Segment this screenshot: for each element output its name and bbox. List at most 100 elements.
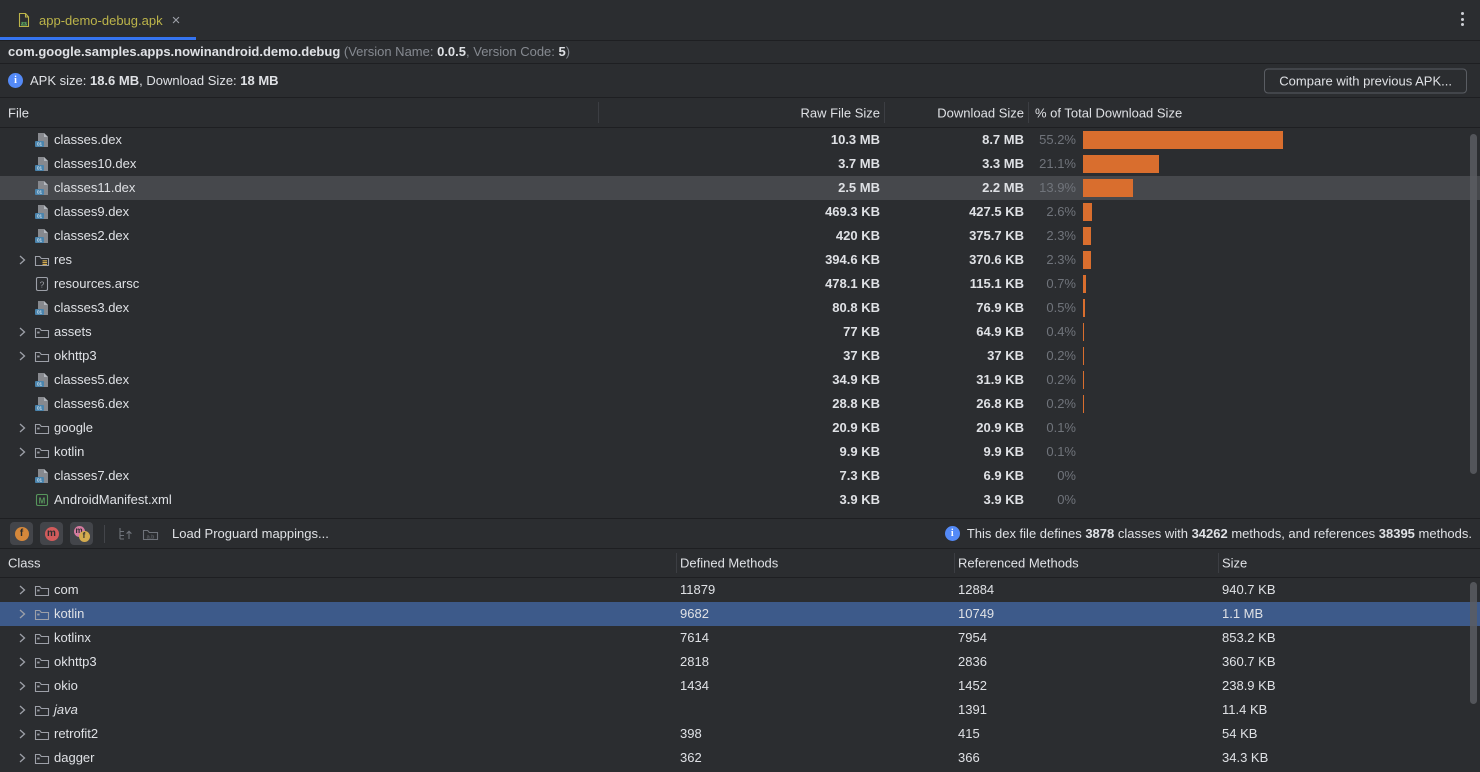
version-name: 0.0.5 bbox=[437, 44, 466, 59]
chevron-right-icon[interactable] bbox=[14, 726, 30, 742]
class-row[interactable]: okhttp328182836360.7 KB bbox=[0, 650, 1480, 674]
dex-toolbar: f m m f a.b Load Proguard mappings... i … bbox=[0, 518, 1480, 549]
folder-icon bbox=[34, 324, 50, 340]
show-referenced-toggle[interactable]: m f bbox=[70, 522, 93, 545]
class-row[interactable]: okio14341452238.9 KB bbox=[0, 674, 1480, 698]
file-row[interactable]: google20.9 KB20.9 KB0.1% bbox=[0, 416, 1480, 440]
class-name: okhttp3 bbox=[54, 650, 97, 674]
tab-close-icon[interactable]: × bbox=[170, 13, 183, 28]
show-fields-toggle[interactable]: f bbox=[10, 522, 33, 545]
svg-text:a.b: a.b bbox=[146, 534, 154, 540]
chevron-right-icon[interactable] bbox=[14, 444, 30, 460]
svg-text:?: ? bbox=[40, 279, 45, 289]
referenced-methods: 366 bbox=[958, 746, 1158, 770]
download-percent: 0.5% bbox=[1030, 296, 1076, 320]
file-row[interactable]: 01classes11.dex2.5 MB2.2 MB13.9% bbox=[0, 176, 1480, 200]
package-name: com.google.samples.apps.nowinandroid.dem… bbox=[8, 44, 340, 59]
file-row[interactable]: MAndroidManifest.xml3.9 KB3.9 KB0% bbox=[0, 488, 1480, 512]
column-resize-handle[interactable] bbox=[598, 102, 599, 123]
class-row[interactable]: kotlinx76147954853.2 KB bbox=[0, 626, 1480, 650]
download-percent-bar bbox=[1083, 395, 1084, 413]
svg-text:01: 01 bbox=[37, 238, 43, 244]
options-menu-icon[interactable] bbox=[1461, 12, 1464, 26]
package-header: com.google.samples.apps.nowinandroid.dem… bbox=[0, 41, 1480, 64]
file-row[interactable]: 01classes6.dex28.8 KB26.8 KB0.2% bbox=[0, 392, 1480, 416]
download-percent-bar bbox=[1083, 179, 1133, 197]
svg-text:01: 01 bbox=[37, 406, 43, 412]
download-percent: 0.1% bbox=[1030, 440, 1076, 464]
chevron-right-icon[interactable] bbox=[14, 654, 30, 670]
file-row[interactable]: kotlin9.9 KB9.9 KB0.1% bbox=[0, 440, 1480, 464]
chevron-right-icon[interactable] bbox=[14, 750, 30, 766]
package-folder-icon bbox=[34, 750, 50, 766]
download-percent: 13.9% bbox=[1030, 176, 1076, 200]
column-header-file: File bbox=[8, 105, 29, 120]
column-resize-handle[interactable] bbox=[1218, 553, 1219, 573]
file-row[interactable]: okhttp337 KB37 KB0.2% bbox=[0, 344, 1480, 368]
class-row[interactable]: kotlin9682107491.1 MB bbox=[0, 602, 1480, 626]
file-table-scrollbar[interactable] bbox=[1470, 134, 1477, 474]
file-row[interactable]: 01classes10.dex3.7 MB3.3 MB21.1% bbox=[0, 152, 1480, 176]
chevron-right-icon[interactable] bbox=[14, 420, 30, 436]
raw-file-size: 77 KB bbox=[700, 320, 880, 344]
file-row[interactable]: ?resources.arsc478.1 KB115.1 KB0.7% bbox=[0, 272, 1480, 296]
svg-text:01: 01 bbox=[37, 382, 43, 388]
load-proguard-mappings-action[interactable]: Load Proguard mappings... bbox=[172, 526, 329, 541]
file-row[interactable]: 01classes9.dex469.3 KB427.5 KB2.6% bbox=[0, 200, 1480, 224]
raw-file-size: 3.7 MB bbox=[700, 152, 880, 176]
download-percent: 2.3% bbox=[1030, 224, 1076, 248]
file-name: classes7.dex bbox=[54, 464, 129, 488]
column-resize-handle[interactable] bbox=[1028, 102, 1029, 123]
file-row[interactable]: 01classes2.dex420 KB375.7 KB2.3% bbox=[0, 224, 1480, 248]
column-resize-handle[interactable] bbox=[676, 553, 677, 573]
column-header-size: Size bbox=[1222, 556, 1422, 571]
file-name: okhttp3 bbox=[54, 344, 97, 368]
chevron-right-icon[interactable] bbox=[14, 582, 30, 598]
raw-file-size: 37 KB bbox=[700, 344, 880, 368]
class-row[interactable]: java139111.4 KB bbox=[0, 698, 1480, 722]
column-resize-handle[interactable] bbox=[954, 553, 955, 573]
column-header-defined-methods: Defined Methods bbox=[680, 556, 880, 571]
svg-text:01: 01 bbox=[37, 190, 43, 196]
raw-file-size: 394.6 KB bbox=[700, 248, 880, 272]
package-folder-icon bbox=[34, 726, 50, 742]
package-folder-icon bbox=[34, 654, 50, 670]
compare-with-previous-apk-button[interactable]: Compare with previous APK... bbox=[1264, 68, 1467, 93]
column-header-download-size: Download Size bbox=[882, 105, 1024, 120]
chevron-right-icon[interactable] bbox=[14, 630, 30, 646]
show-methods-toggle[interactable]: m bbox=[40, 522, 63, 545]
svg-text:01: 01 bbox=[37, 214, 43, 220]
file-name: classes10.dex bbox=[54, 152, 136, 176]
class-row[interactable]: com1187912884940.7 KB bbox=[0, 578, 1480, 602]
svg-text:M: M bbox=[39, 496, 46, 505]
class-row[interactable]: retrofit239841554 KB bbox=[0, 722, 1480, 746]
class-size: 54 KB bbox=[1222, 722, 1422, 746]
tab-apk-file[interactable]: app-demo-debug.apk × bbox=[0, 0, 196, 40]
chevron-right-icon[interactable] bbox=[14, 702, 30, 718]
download-percent-bar bbox=[1083, 299, 1085, 317]
class-table-scrollbar[interactable] bbox=[1470, 582, 1477, 704]
chevron-right-icon[interactable] bbox=[14, 348, 30, 364]
proguard-mappings-folder-icon[interactable]: a.b bbox=[141, 525, 159, 543]
dex-icon: 01 bbox=[34, 300, 50, 316]
download-percent-bar bbox=[1083, 323, 1084, 341]
file-row[interactable]: 01classes.dex10.3 MB8.7 MB55.2% bbox=[0, 128, 1480, 152]
raw-file-size: 7.3 KB bbox=[700, 464, 880, 488]
download-percent-bar bbox=[1083, 227, 1091, 245]
column-header-class: Class bbox=[8, 556, 41, 571]
class-row[interactable]: dagger36236634.3 KB bbox=[0, 746, 1480, 770]
file-row[interactable]: res394.6 KB370.6 KB2.3% bbox=[0, 248, 1480, 272]
file-row[interactable]: 01classes3.dex80.8 KB76.9 KB0.5% bbox=[0, 296, 1480, 320]
generate-proguard-tree-icon[interactable] bbox=[116, 525, 134, 543]
chevron-right-icon[interactable] bbox=[14, 324, 30, 340]
chevron-right-icon[interactable] bbox=[14, 678, 30, 694]
dex-icon: 01 bbox=[34, 372, 50, 388]
file-row[interactable]: 01classes7.dex7.3 KB6.9 KB0% bbox=[0, 464, 1480, 488]
column-resize-handle[interactable] bbox=[884, 102, 885, 123]
file-row[interactable]: assets77 KB64.9 KB0.4% bbox=[0, 320, 1480, 344]
file-row[interactable]: 01classes5.dex34.9 KB31.9 KB0.2% bbox=[0, 368, 1480, 392]
chevron-right-icon[interactable] bbox=[14, 606, 30, 622]
chevron-right-icon[interactable] bbox=[14, 252, 30, 268]
download-size: 9.9 KB bbox=[882, 440, 1024, 464]
referenced-methods: 1391 bbox=[958, 698, 1158, 722]
